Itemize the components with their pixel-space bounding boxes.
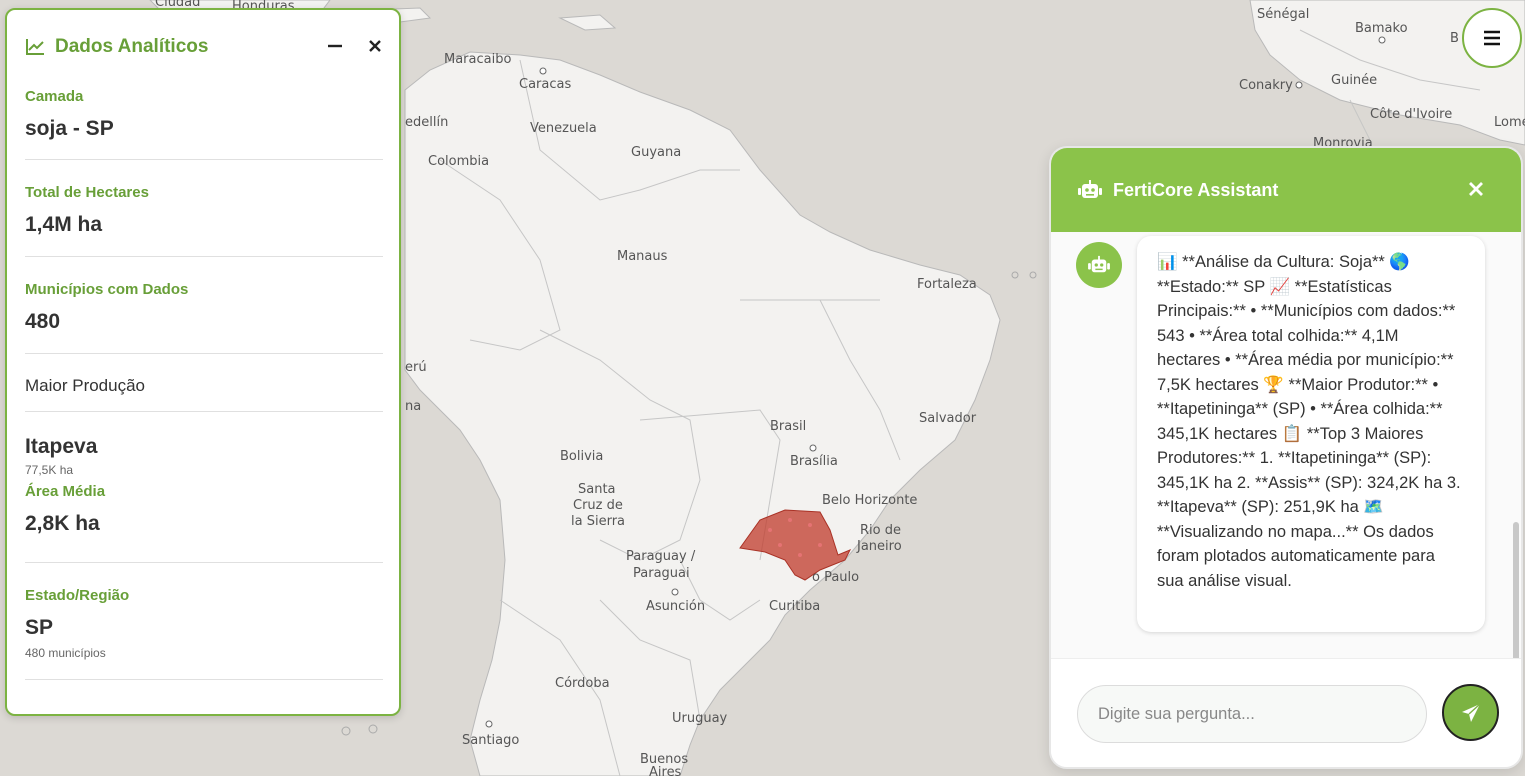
- layer-label: Camada: [25, 88, 84, 105]
- media-value: 2,8K ha: [25, 512, 100, 535]
- divider: [25, 159, 383, 160]
- svg-text:na: na: [405, 399, 421, 414]
- svg-text:Rio de: Rio de: [860, 523, 901, 538]
- minimize-button[interactable]: [323, 34, 347, 58]
- divider: [25, 679, 383, 680]
- svg-text:edellín: edellín: [405, 115, 448, 130]
- svg-text:Colombia: Colombia: [428, 154, 489, 169]
- estado-value: SP: [25, 616, 54, 639]
- svg-text:Paraguai: Paraguai: [633, 566, 690, 581]
- svg-text:Côte d'Ivoire: Côte d'Ivoire: [1370, 107, 1452, 122]
- analytics-title: Dados Analíticos: [55, 36, 209, 57]
- municipios-section: Municípios com Dados 480: [25, 281, 383, 334]
- svg-text:Santa: Santa: [578, 482, 616, 497]
- hamburger-icon: [1482, 29, 1502, 47]
- robot-icon: [1077, 179, 1103, 201]
- hectares-value: 1,4M ha: [25, 213, 103, 236]
- hectares-label: Total de Hectares: [25, 184, 149, 201]
- chat-title: FertiCore Assistant: [1113, 179, 1279, 200]
- svg-text:B: B: [1450, 31, 1459, 46]
- divider: [25, 256, 383, 257]
- svg-text:Venezuela: Venezuela: [530, 121, 597, 136]
- svg-text:Salvador: Salvador: [919, 411, 977, 426]
- send-button[interactable]: [1442, 684, 1499, 741]
- estado-label: Estado/Região: [25, 587, 130, 604]
- divider: [25, 353, 383, 354]
- svg-text:Janeiro: Janeiro: [856, 539, 902, 554]
- chat-input[interactable]: [1077, 685, 1427, 743]
- svg-text:Maracaibo: Maracaibo: [444, 52, 511, 67]
- svg-text:Fortaleza: Fortaleza: [917, 277, 977, 292]
- svg-text:erú: erú: [405, 360, 427, 375]
- chart-line-icon: [25, 38, 45, 56]
- hectares-section: Total de Hectares 1,4M ha: [25, 184, 383, 237]
- svg-text:Aires: Aires: [649, 765, 682, 776]
- menu-button[interactable]: [1462, 8, 1522, 68]
- svg-text:Lomé: Lomé: [1494, 115, 1525, 130]
- paper-plane-icon: [1460, 702, 1482, 724]
- svg-text:Brasil: Brasil: [770, 419, 806, 434]
- media-label: Área Média: [25, 483, 106, 500]
- chat-footer: [1051, 658, 1521, 767]
- svg-text:Bolivia: Bolivia: [560, 449, 603, 464]
- maior-label: Maior Produção: [25, 376, 146, 395]
- svg-text:Uruguay: Uruguay: [672, 711, 728, 726]
- chat-window: FertiCore Assistant 📊 **Análise da Cultu…: [1049, 146, 1523, 769]
- bot-message: 📊 **Análise da Cultura: Soja** 🌎 **Estad…: [1137, 236, 1485, 632]
- svg-text:Belo Horizonte: Belo Horizonte: [822, 493, 917, 508]
- bot-avatar: [1076, 242, 1122, 288]
- close-chat-button[interactable]: [1465, 178, 1487, 200]
- svg-text:Conakry: Conakry: [1239, 78, 1293, 93]
- svg-text:Caracas: Caracas: [519, 77, 571, 92]
- estado-sub: 480 municípios: [25, 646, 106, 660]
- close-panel-button[interactable]: [363, 34, 387, 58]
- svg-text:Manaus: Manaus: [617, 249, 668, 264]
- divider: [25, 411, 383, 412]
- svg-text:Asunción: Asunción: [646, 599, 705, 614]
- robot-icon: [1087, 255, 1111, 275]
- svg-text:Santiago: Santiago: [462, 733, 519, 748]
- maior-section: Itapeva 77,5K ha Área Média 2,8K ha: [25, 435, 383, 536]
- svg-text:la Sierra: la Sierra: [571, 514, 625, 529]
- svg-text:Guyana: Guyana: [631, 145, 681, 160]
- svg-text:Guinée: Guinée: [1331, 73, 1377, 88]
- svg-text:Curitiba: Curitiba: [769, 599, 820, 614]
- layer-section: Camada soja - SP: [25, 88, 383, 141]
- svg-text:Bamako: Bamako: [1355, 21, 1408, 36]
- svg-text:Brasília: Brasília: [790, 454, 838, 469]
- maior-sub: 77,5K ha: [25, 463, 74, 477]
- maior-label-section: Maior Produção: [25, 376, 383, 396]
- chat-messages[interactable]: 📊 **Análise da Cultura: Soja** 🌎 **Estad…: [1051, 232, 1521, 742]
- analytics-header: Dados Analíticos: [25, 32, 381, 62]
- svg-text:Sénégal: Sénégal: [1257, 7, 1309, 22]
- municipios-value: 480: [25, 310, 61, 333]
- analytics-panel: Dados Analíticos Camada soja - SP Total …: [5, 8, 401, 716]
- divider: [25, 562, 383, 563]
- chat-header: FertiCore Assistant: [1051, 148, 1521, 232]
- svg-text:o Paulo: o Paulo: [812, 570, 859, 585]
- maior-value: Itapeva: [25, 435, 98, 458]
- svg-text:Paraguay /: Paraguay /: [626, 549, 696, 564]
- estado-section: Estado/Região SP 480 municípios: [25, 587, 383, 660]
- svg-text:Córdoba: Córdoba: [555, 676, 610, 691]
- layer-value: soja - SP: [25, 117, 114, 140]
- svg-text:Cruz de: Cruz de: [573, 498, 623, 513]
- municipios-label: Municípios com Dados: [25, 281, 189, 298]
